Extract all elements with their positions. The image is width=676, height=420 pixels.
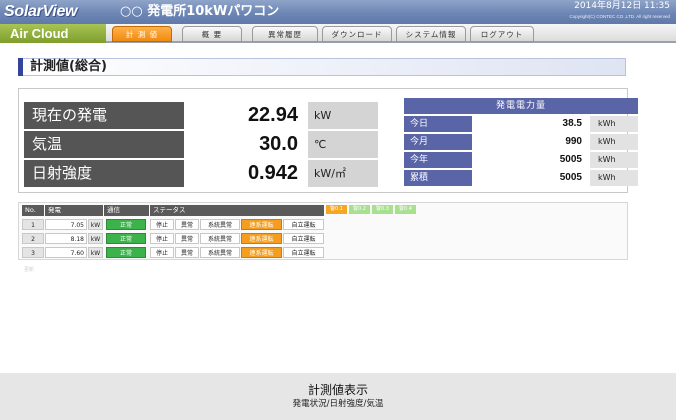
- tab-system-info[interactable]: システム情報: [396, 26, 466, 42]
- row-unit: kW: [88, 247, 103, 258]
- status-grid-connected: 連系運転: [241, 247, 282, 258]
- header-power: 発電: [45, 205, 103, 216]
- status-grid-error: 系統異常: [200, 233, 240, 244]
- temperature-unit: ℃: [308, 131, 378, 158]
- status-error: 異常: [175, 219, 199, 230]
- power-unit: kW: [308, 102, 378, 129]
- status-grid-connected: 連系運転: [241, 219, 282, 230]
- row-power: 7.05: [45, 219, 87, 230]
- caption-subtitle: 発電状況/日射強度/気温: [292, 399, 384, 409]
- energy-month-unit: kWh: [590, 134, 638, 150]
- irradiance-value: 0.942: [184, 160, 306, 187]
- row-unit: kW: [88, 219, 103, 230]
- power-label: 現在の発電: [24, 102, 184, 129]
- status-error: 異常: [175, 233, 199, 244]
- irradiance-label: 日射強度: [24, 160, 184, 187]
- page-title: 計測値(総合): [30, 59, 107, 74]
- tab-overview[interactable]: 概 要: [182, 26, 242, 42]
- status-stop: 停止: [150, 247, 174, 258]
- comm-status: 正常: [106, 247, 146, 258]
- energy-year-label: 今年: [404, 152, 472, 168]
- energy-total-unit: kWh: [590, 170, 638, 186]
- caption-title: 計測値表示: [307, 383, 368, 397]
- site-title: ○○ 発電所10kWパワコン: [120, 4, 280, 19]
- energy-month-value: 990: [474, 134, 588, 150]
- status-standalone: 自立運転: [283, 219, 324, 230]
- energy-today-value: 38.5: [474, 116, 588, 132]
- tab-logout[interactable]: ログアウト: [470, 26, 534, 42]
- section-title-bar: [18, 58, 626, 76]
- energy-year-value: 5005: [474, 152, 588, 168]
- status-grid-error: 系統異常: [200, 219, 240, 230]
- status-stop: 停止: [150, 219, 174, 230]
- status-stop: 停止: [150, 233, 174, 244]
- tab-measurement[interactable]: 計 測 値: [112, 26, 172, 42]
- status-error: 異常: [175, 247, 199, 258]
- energy-year-unit: kWh: [590, 152, 638, 168]
- energy-total-label: 累積: [404, 170, 472, 186]
- solarview-logo: SolarView: [4, 3, 78, 20]
- header-comm: 通信: [104, 205, 149, 216]
- tab-error-history[interactable]: 異常履歴: [252, 26, 318, 42]
- status-grid-error: 系統異常: [200, 247, 240, 258]
- energy-month-label: 今月: [404, 134, 472, 150]
- energy-today-label: 今日: [404, 116, 472, 132]
- legend-item: 警0.2: [349, 205, 370, 214]
- header-no: No.: [22, 205, 44, 216]
- energy-title: 発電電力量: [404, 98, 638, 114]
- power-value: 22.94: [184, 102, 306, 129]
- status-grid-connected: 連系運転: [241, 233, 282, 244]
- header-status: ステータス: [150, 205, 324, 216]
- row-no: 1: [22, 219, 44, 230]
- update-note: 更新: [24, 267, 35, 273]
- section-accent: [18, 58, 23, 76]
- legend-item: 警0.1: [326, 205, 347, 214]
- energy-total-value: 5005: [474, 170, 588, 186]
- row-no: 2: [22, 233, 44, 244]
- row-power: 7.60: [45, 247, 87, 258]
- energy-today-unit: kWh: [590, 116, 638, 132]
- comm-status: 正常: [106, 233, 146, 244]
- row-no: 3: [22, 247, 44, 258]
- copyright: Copyright(C) CONTEC CO.,LTD. All right r…: [569, 14, 670, 19]
- legend-item: 警0.3: [372, 205, 393, 214]
- temperature-value: 30.0: [184, 131, 306, 158]
- comm-status: 正常: [106, 219, 146, 230]
- datetime: 2014年8月12日 11:35: [574, 1, 670, 11]
- row-power: 8.18: [45, 233, 87, 244]
- air-cloud-brand: Air Cloud: [0, 24, 106, 43]
- legend-item: 警0.4: [395, 205, 416, 214]
- irradiance-unit: kW/㎡: [308, 160, 378, 187]
- row-unit: kW: [88, 233, 103, 244]
- tab-download[interactable]: ダウンロード: [322, 26, 392, 42]
- temperature-label: 気温: [24, 131, 184, 158]
- status-standalone: 自立運転: [283, 233, 324, 244]
- status-standalone: 自立運転: [283, 247, 324, 258]
